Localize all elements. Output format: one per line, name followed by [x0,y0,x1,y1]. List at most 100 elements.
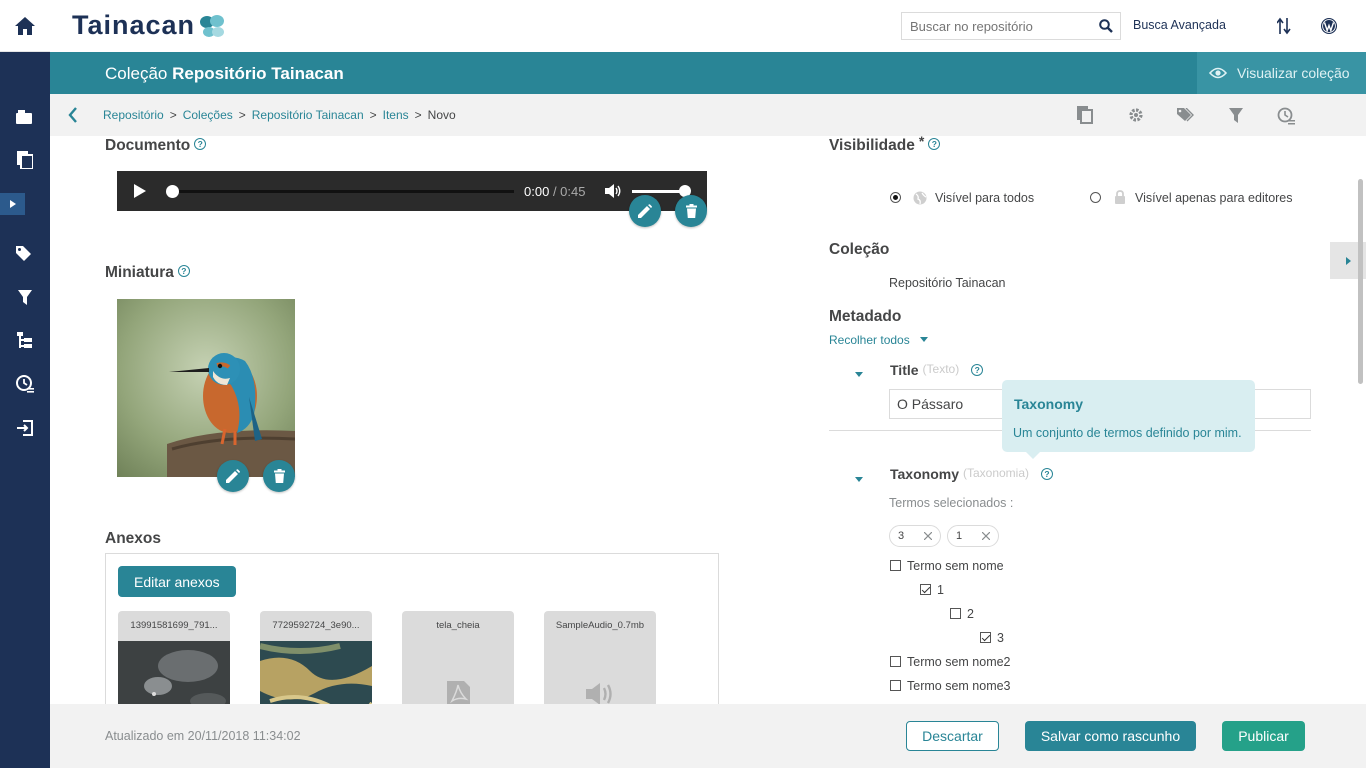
home-button[interactable] [0,0,50,52]
thumbnail-section-title: Miniatura ? [105,264,190,282]
trash-icon [273,469,285,483]
scrollbar[interactable] [1358,179,1363,384]
term-label[interactable]: 2 [967,607,974,621]
audio-current-time: 0:00 [524,184,550,199]
settings-gear-icon[interactable] [1128,107,1144,123]
help-icon[interactable]: ? [194,138,207,150]
attachment-preview [260,641,372,704]
tags-icon[interactable] [0,239,50,269]
activities-icon[interactable] [0,369,50,399]
play-icon[interactable] [134,184,146,198]
tags-toolbar-icon[interactable] [1177,108,1195,123]
selected-terms-label: Termos selecionados : [889,496,1014,510]
title-field-type: (Texto) [922,362,960,376]
publish-button[interactable]: Publicar [1222,721,1305,751]
attachments-label: Anexos [105,530,161,547]
globe-icon [913,191,927,205]
caret-down-icon[interactable] [920,337,928,342]
sidebar-expand-button[interactable] [0,193,25,215]
breadcrumb-collection[interactable]: Repositório Tainacan [252,108,364,122]
items-toolbar-icon[interactable] [1077,106,1093,124]
term-checkbox[interactable] [920,584,931,595]
edit-document-button[interactable] [629,195,661,227]
attachment-item[interactable]: 7729592724_3e90... [260,611,372,704]
breadcrumb-repository[interactable]: Repositório [103,108,164,122]
term-label[interactable]: 3 [997,631,1004,645]
help-icon[interactable]: ? [928,138,941,150]
audio-progress-handle[interactable] [166,185,179,198]
back-arrow-icon[interactable] [68,107,78,123]
filter-icon[interactable] [0,282,50,312]
term-checkbox[interactable] [950,608,961,619]
thumbnail-image [117,299,295,477]
taxonomy-tree-icon[interactable] [0,325,50,355]
view-collection-button[interactable]: Visualizar coleção [1197,52,1366,94]
collection-label: Coleção [829,241,890,258]
close-icon[interactable] [924,532,932,540]
visibility-section-title: Visibilidade * ? [829,136,941,155]
edit-thumbnail-button[interactable] [217,460,249,492]
visibility-label: Visibilidade [829,137,915,154]
attachments-panel: Editar anexos 13991581699_791... 7729592… [105,553,719,704]
discard-button[interactable]: Descartar [906,721,999,751]
attachment-preview [118,641,230,704]
edit-attachments-button[interactable]: Editar anexos [118,566,236,597]
term-label[interactable]: Termo sem nome [907,559,1004,573]
breadcrumb-separator: > [414,108,422,122]
visibility-editors-label[interactable]: Visível apenas para editores [1135,191,1293,205]
breadcrumb-separator: > [169,108,177,122]
logo-text: Tainacan [72,10,196,40]
term-label[interactable]: 1 [937,583,944,597]
visibility-editors-radio[interactable] [1090,192,1101,203]
term-checkbox[interactable] [980,632,991,643]
delete-document-button[interactable] [675,195,707,227]
collection-name: Repositório Tainacan [172,64,344,83]
advanced-search-link[interactable]: Busca Avançada [1133,18,1226,32]
close-icon[interactable] [982,532,990,540]
visibility-public-label[interactable]: Visível para todos [935,191,1034,205]
breadcrumb-collections[interactable]: Coleções [183,108,233,122]
visibility-public-radio[interactable] [890,192,901,203]
help-icon[interactable]: ? [177,265,190,277]
delete-thumbnail-button[interactable] [263,460,295,492]
wordpress-icon[interactable] [1320,17,1338,35]
items-icon[interactable] [0,145,50,175]
save-draft-button[interactable]: Salvar como rascunho [1025,721,1196,751]
tainacan-logo[interactable]: Tainacan [72,10,225,41]
search-input[interactable] [902,13,1092,39]
pencil-icon [638,204,652,218]
term-label[interactable]: Termo sem nome2 [907,655,1011,669]
search-icon[interactable] [1092,19,1120,33]
sort-arrows-icon[interactable] [1277,17,1291,35]
collapse-all-link[interactable]: Recolher todos [829,333,910,347]
term-checkbox[interactable] [890,656,901,667]
filter-toolbar-icon[interactable] [1229,108,1243,123]
audio-progress-track[interactable] [179,190,514,193]
attachment-name: 13991581699_791... [130,620,218,631]
attachment-item[interactable]: tela_cheia [402,611,514,704]
import-icon[interactable] [0,413,50,443]
tag-label: 1 [956,530,963,542]
term-label[interactable]: Termo sem nome3 [907,679,1011,693]
collections-icon[interactable] [0,102,50,132]
collapse-title-caret-icon[interactable] [855,372,863,377]
term-checkbox[interactable] [890,560,901,571]
attachment-item[interactable]: 13991581699_791... [118,611,230,704]
search-box [901,12,1121,40]
audio-player: 0:00 / 0:45 [117,171,707,211]
logo-butterfly-icon [200,14,225,37]
help-icon[interactable]: ? [1041,468,1054,480]
breadcrumb-items[interactable]: Itens [383,108,409,122]
item-edit-form: Documento ? 0:00 / 0:45 Miniatura ? Anex… [50,136,1366,704]
help-icon[interactable]: ? [971,364,984,376]
collapse-taxonomy-caret-icon[interactable] [855,477,863,482]
breadcrumb-bar: Repositório > Coleções > Repositório Tai… [50,94,1366,136]
term-checkbox[interactable] [890,680,901,691]
volume-icon[interactable] [605,183,622,199]
taxonomy-field-name: Taxonomy [890,466,959,482]
pencil-icon [226,469,240,483]
attachments-section-title: Anexos [105,530,161,548]
attachment-item[interactable]: SampleAudio_0.7mb [544,611,656,704]
audio-file-icon [586,683,612,704]
activities-toolbar-icon[interactable] [1277,107,1295,125]
